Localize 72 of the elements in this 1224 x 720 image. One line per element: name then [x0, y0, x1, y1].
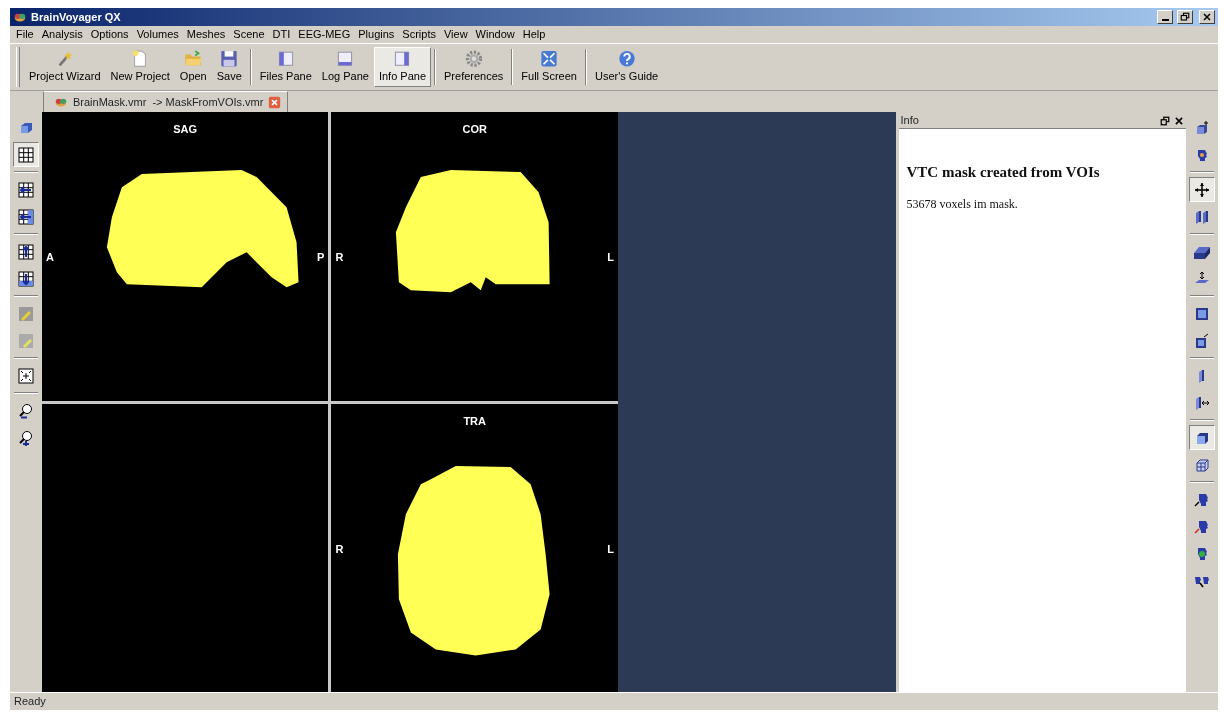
menu-item[interactable]: Plugins	[354, 26, 399, 43]
tab-label: BrainMask.vmr -> MaskFromVOIs.vmr	[73, 94, 264, 110]
orientation-label: L	[607, 541, 614, 557]
close-icon	[1201, 11, 1213, 23]
toolbar-button[interactable]: Log Pane	[316, 47, 374, 87]
pencil-icon	[17, 305, 34, 322]
menu-item[interactable]: Window	[471, 26, 519, 43]
info-heading: VTC mask created from VOIs	[906, 163, 1101, 181]
grid-arrow-icon	[17, 243, 34, 260]
orientation-label: R	[335, 541, 344, 557]
close-icon	[1174, 115, 1185, 126]
slab-arrow-icon	[1194, 394, 1210, 411]
toolbar-button[interactable]: User's Guide	[589, 47, 664, 87]
orientation-label: A	[45, 250, 54, 265]
grid-arrow-icon	[17, 181, 34, 198]
view-title: TRA	[463, 413, 486, 429]
menu-item[interactable]: Scripts	[398, 26, 440, 43]
pane-title: Info	[900, 112, 920, 128]
view-title: COR	[462, 122, 487, 137]
brain-icon	[54, 96, 68, 108]
brain-logo-icon	[13, 11, 27, 23]
toolbar-button[interactable]: Save	[211, 47, 247, 87]
toolbar-button[interactable]: Open	[174, 47, 212, 87]
zoom-in-icon	[17, 429, 34, 446]
minimize-button[interactable]	[1157, 10, 1173, 24]
minimize-icon	[1161, 19, 1169, 21]
grid-arrow-icon	[17, 208, 34, 225]
wire-cube-icon	[1194, 456, 1210, 473]
tool-button[interactable]	[1189, 425, 1215, 450]
square-icon	[1194, 305, 1210, 322]
toolbar-button[interactable]: New Project	[105, 47, 175, 87]
slab-icon	[1194, 208, 1210, 225]
head-icon	[1194, 518, 1210, 535]
zoom-out-icon	[17, 402, 34, 419]
fit-icon	[17, 367, 34, 384]
view-title: SAG	[173, 122, 198, 137]
restore-icon	[1179, 11, 1191, 23]
menu-item[interactable]: DTI	[268, 26, 295, 43]
orientation-label: P	[317, 250, 325, 265]
tool-button[interactable]	[12, 142, 39, 167]
menu-item[interactable]: Analysis	[37, 26, 87, 43]
orientation-label: L	[607, 250, 614, 265]
toolbar-button[interactable]: Info Pane	[373, 47, 431, 87]
move-icon	[1194, 181, 1210, 198]
head-icon	[1194, 491, 1210, 508]
document-tab[interactable]: BrainMask.vmr -> MaskFromVOIs.vmr	[43, 91, 289, 112]
tool-button[interactable]	[1189, 177, 1215, 202]
menu-item[interactable]: Help	[518, 26, 550, 43]
restore-button[interactable]	[1177, 10, 1193, 24]
menu-item[interactable]: Volumes	[132, 26, 183, 43]
menu-item[interactable]: File	[12, 26, 38, 43]
restore-icon	[1160, 115, 1171, 126]
menu-item[interactable]: Scene	[229, 26, 269, 43]
window-title: BrainVoyager QX	[31, 9, 121, 25]
cube-icon	[1194, 119, 1210, 136]
toolbar-button[interactable]: Project Wizard	[24, 47, 106, 87]
close-icon	[268, 96, 282, 110]
toolbar-button[interactable]: Full Screen	[516, 47, 582, 87]
status-text: Ready	[14, 694, 46, 710]
grid-arrow-icon	[17, 270, 34, 287]
orientation-label: R	[335, 250, 344, 265]
pencil-icon	[17, 332, 34, 349]
menu-item[interactable]: Meshes	[182, 26, 230, 43]
close-button[interactable]	[1199, 10, 1215, 24]
menu-item[interactable]: Options	[86, 26, 133, 43]
toolbar-button[interactable]: Files Pane	[254, 47, 317, 87]
menu-item[interactable]: View	[439, 26, 472, 43]
info-text: 53678 voxels im mask.	[906, 196, 1019, 213]
grid-icon	[17, 146, 34, 163]
toolbar-button[interactable]: Preferences	[439, 47, 509, 87]
menu-item[interactable]: EEG-MEG	[294, 26, 355, 43]
cube-arrow-icon	[1194, 332, 1210, 349]
